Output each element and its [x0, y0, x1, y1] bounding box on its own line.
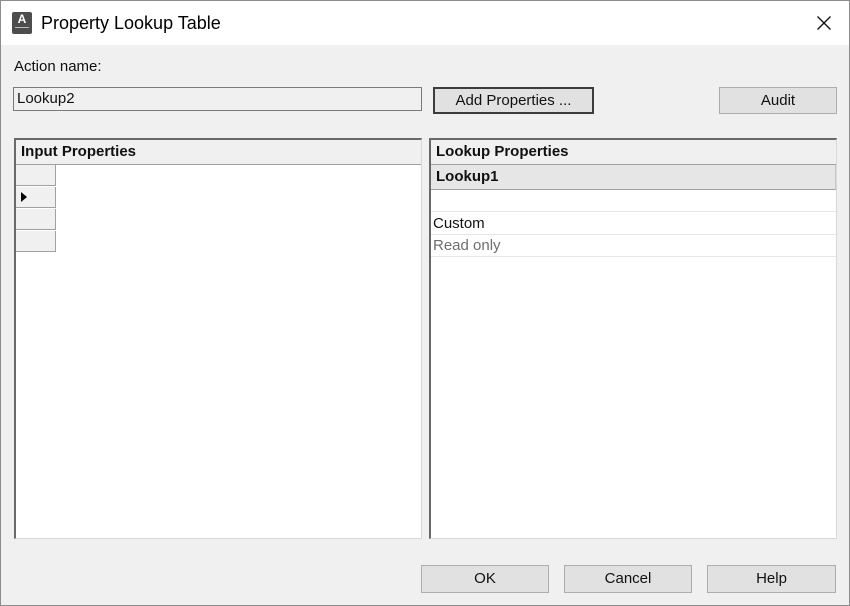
current-row-arrow-icon [21, 192, 27, 202]
input-properties-grid[interactable]: Input Properties [14, 138, 422, 539]
help-button[interactable]: Help [707, 565, 836, 593]
lookup-cell-read-only[interactable]: Read only [431, 235, 836, 257]
add-properties-button[interactable]: Add Properties ... [433, 87, 594, 114]
row-header[interactable] [16, 165, 56, 186]
cancel-button[interactable]: Cancel [564, 565, 692, 593]
row-header[interactable] [16, 231, 56, 252]
lookup-properties-header: Lookup Properties [431, 140, 836, 165]
row-header-current[interactable] [16, 187, 56, 208]
action-name-field[interactable]: Lookup2 [13, 87, 422, 111]
close-button[interactable] [801, 5, 847, 41]
row-header[interactable] [16, 209, 56, 230]
title-bar: A Property Lookup Table [1, 1, 849, 45]
audit-button[interactable]: Audit [719, 87, 837, 114]
lookup-cell-empty[interactable] [431, 190, 836, 212]
autocad-app-icon: A [12, 12, 32, 34]
action-name-label: Action name: [14, 58, 102, 75]
lookup-properties-grid[interactable]: Lookup Properties Lookup1 Custom Read on… [429, 138, 837, 539]
lookup-cell-custom[interactable]: Custom [431, 213, 836, 235]
close-icon [817, 16, 831, 30]
input-properties-header: Input Properties [16, 140, 421, 165]
window-title: Property Lookup Table [41, 13, 221, 33]
property-lookup-table-dialog: A Property Lookup Table Action name: Loo… [0, 0, 850, 606]
ok-button[interactable]: OK [421, 565, 549, 593]
lookup1-column-header[interactable]: Lookup1 [431, 165, 836, 190]
